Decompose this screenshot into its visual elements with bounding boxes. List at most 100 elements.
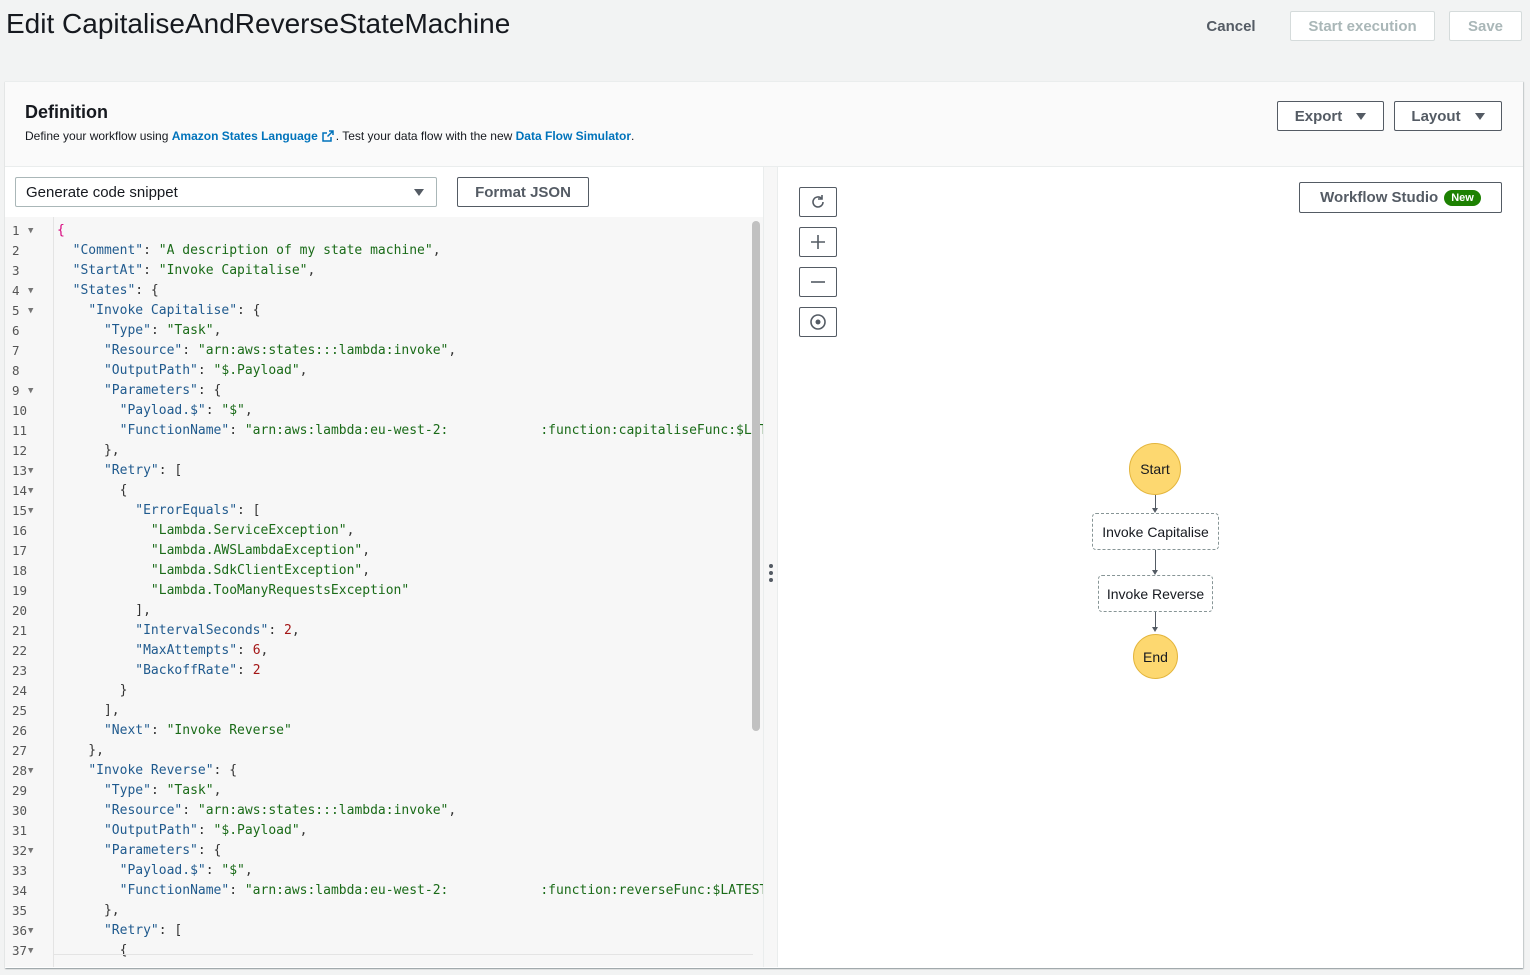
fold-toggle-icon[interactable]: ▼: [28, 941, 33, 961]
code-line[interactable]: 36 ▼ "Retry": [: [5, 921, 753, 941]
fold-toggle-icon[interactable]: ▼: [28, 461, 33, 481]
code-line[interactable]: 28 ▼ "Invoke Reverse": {: [5, 761, 753, 781]
fold-toggle-icon[interactable]: ▼: [28, 381, 33, 401]
code-line[interactable]: 21 "IntervalSeconds": 2,: [5, 621, 753, 641]
generate-code-snippet-select[interactable]: Generate code snippet: [15, 177, 437, 207]
fold-toggle-icon[interactable]: ▼: [28, 501, 33, 521]
asl-link[interactable]: Amazon States Language: [172, 129, 318, 143]
drag-handle-icon[interactable]: [769, 564, 773, 585]
fold-toggle-icon[interactable]: ▼: [28, 221, 33, 241]
line-number: 21: [12, 623, 28, 638]
code-token: "States": [72, 283, 136, 298]
code-text: "Invoke Reverse": {: [57, 761, 237, 781]
code-token: "Lambda.ServiceException": [150, 523, 347, 538]
refresh-button[interactable]: [799, 187, 837, 217]
edge-reverse-end: [1155, 612, 1156, 628]
fold-toggle-icon[interactable]: ▼: [28, 281, 33, 301]
code-token: "Resource": [103, 803, 183, 818]
code-line[interactable]: 3 "StartAt": "Invoke Capitalise",: [5, 261, 753, 281]
code-line[interactable]: 26 "Next": "Invoke Reverse": [5, 721, 753, 741]
center-button[interactable]: [799, 307, 837, 337]
code-line[interactable]: 8 "OutputPath": "$.Payload",: [5, 361, 753, 381]
invoke-reverse-node[interactable]: Invoke Reverse: [1098, 575, 1213, 612]
code-lines[interactable]: 1 ▼ {2 "Comment": "A description of my sta…: [5, 221, 763, 961]
code-line[interactable]: 18 "Lambda.SdkClientException",: [5, 561, 753, 581]
format-json-button[interactable]: Format JSON: [457, 177, 589, 207]
code-token: ,: [346, 523, 355, 538]
vertical-scrollbar[interactable]: [752, 221, 760, 731]
code-line[interactable]: 24 }: [5, 681, 753, 701]
code-token: ,: [448, 803, 457, 818]
code-line[interactable]: 37 ▼ {: [5, 941, 753, 961]
code-line[interactable]: 6 "Type": "Task",: [5, 321, 753, 341]
code-line[interactable]: 7 "Resource": "arn:aws:states:::lambda:i…: [5, 341, 753, 361]
fold-toggle-icon[interactable]: ▼: [28, 841, 33, 861]
start-execution-button[interactable]: Start execution: [1290, 11, 1435, 41]
code-line[interactable]: 30 "Resource": "arn:aws:states:::lambda:…: [5, 801, 753, 821]
code-line[interactable]: 5 ▼ "Invoke Capitalise": {: [5, 301, 753, 321]
code-line[interactable]: 34 "FunctionName": "arn:aws:lambda:eu-we…: [5, 881, 763, 901]
code-token: "$.Payload": [213, 823, 300, 838]
code-line[interactable]: 14 ▼ {: [5, 481, 753, 501]
fold-toggle-icon[interactable]: ▼: [28, 921, 33, 941]
code-line[interactable]: 10 "Payload.$": "$",: [5, 401, 753, 421]
export-button[interactable]: Export: [1277, 101, 1384, 131]
code-text: "Comment": "A description of my state ma…: [57, 241, 441, 261]
code-token: "Lambda.SdkClientException": [150, 563, 363, 578]
fold-toggle-icon[interactable]: ▼: [28, 761, 33, 781]
definition-description: Define your workflow using Amazon States…: [25, 129, 634, 143]
code-line[interactable]: 35 },: [5, 901, 753, 921]
code-line[interactable]: 13 ▼ "Retry": [: [5, 461, 753, 481]
cancel-button[interactable]: Cancel: [1195, 11, 1267, 41]
line-number: 19: [12, 583, 28, 598]
code-line[interactable]: 32 ▼ "Parameters": {: [5, 841, 753, 861]
code-line[interactable]: 31 "OutputPath": "$.Payload",: [5, 821, 753, 841]
workflow-studio-button[interactable]: Workflow Studio New: [1299, 182, 1502, 213]
code-line[interactable]: 20 ],: [5, 601, 753, 621]
invoke-capitalise-node[interactable]: Invoke Capitalise: [1092, 513, 1219, 550]
start-node[interactable]: Start: [1129, 443, 1181, 495]
layout-button[interactable]: Layout: [1394, 101, 1502, 131]
code-token: ,: [448, 343, 457, 358]
end-node[interactable]: End: [1133, 634, 1178, 679]
code-line[interactable]: 27 },: [5, 741, 753, 761]
fold-toggle-icon[interactable]: ▼: [28, 301, 33, 321]
data-flow-simulator-link[interactable]: Data Flow Simulator: [516, 129, 631, 143]
pane-resize-handle[interactable]: [763, 167, 778, 967]
fold-toggle-icon[interactable]: ▼: [28, 481, 33, 501]
code-token: "$.Payload": [213, 363, 300, 378]
code-line[interactable]: 25 ],: [5, 701, 753, 721]
code-line[interactable]: 16 "Lambda.ServiceException",: [5, 521, 753, 541]
code-line[interactable]: 1 ▼ {: [5, 221, 753, 241]
code-line[interactable]: 17 "Lambda.AWSLambdaException",: [5, 541, 753, 561]
code-line[interactable]: 9 ▼ "Parameters": {: [5, 381, 753, 401]
code-line[interactable]: 12 },: [5, 441, 753, 461]
external-link-icon[interactable]: [322, 130, 334, 142]
save-button[interactable]: Save: [1449, 11, 1522, 41]
code-line[interactable]: 2 "Comment": "A description of my state …: [5, 241, 753, 261]
code-token: :: [268, 623, 284, 638]
code-text: "Retry": [: [57, 921, 182, 941]
code-line[interactable]: 33 "Payload.$": "$",: [5, 861, 753, 881]
code-line[interactable]: 19 "Lambda.TooManyRequestsException": [5, 581, 753, 601]
code-text: "Type": "Task",: [57, 781, 221, 801]
code-token: :: [237, 663, 253, 678]
code-line[interactable]: 22 "MaxAttempts": 6,: [5, 641, 753, 661]
line-number: 35: [12, 903, 28, 918]
code-line[interactable]: 15 ▼ "ErrorEquals": [: [5, 501, 753, 521]
zoom-in-button[interactable]: [799, 227, 837, 257]
horizontal-scrollbar[interactable]: [53, 954, 753, 955]
code-line[interactable]: 4 ▼ "States": {: [5, 281, 753, 301]
zoom-out-button[interactable]: [799, 267, 837, 297]
code-line[interactable]: 29 "Type": "Task",: [5, 781, 753, 801]
code-line[interactable]: 11 "FunctionName": "arn:aws:lambda:eu-we…: [5, 421, 763, 441]
code-text: },: [57, 741, 104, 761]
line-number: 36: [12, 923, 28, 938]
code-editor[interactable]: 1 ▼ {2 "Comment": "A description of my sta…: [5, 217, 763, 967]
code-line[interactable]: 23 "BackoffRate": 2: [5, 661, 753, 681]
line-number: 34: [12, 883, 28, 898]
